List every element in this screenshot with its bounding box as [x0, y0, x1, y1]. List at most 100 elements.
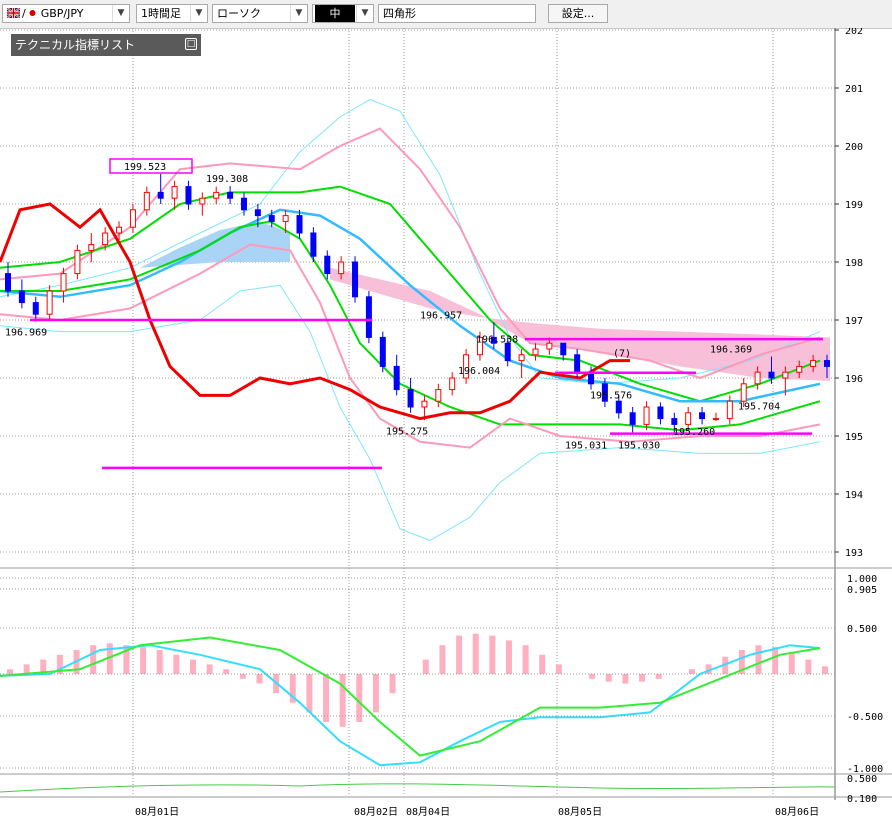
price-axis-label: 200: [845, 142, 863, 153]
candle-body: [352, 261, 359, 298]
price-axis-label: 197: [845, 316, 863, 327]
chevron-down-icon[interactable]: ▼: [356, 5, 373, 22]
candle-body: [393, 365, 400, 391]
price-label: 195.260: [673, 427, 715, 438]
candle-body: [407, 389, 414, 408]
macd-histogram-bar: [539, 654, 546, 674]
chart-style-select[interactable]: ローソク ▼: [212, 4, 308, 23]
candle-body: [449, 377, 456, 391]
candle-body: [518, 354, 525, 362]
line-width-select[interactable]: 中 ▼: [312, 4, 374, 23]
sub-axis-label: 0.500: [847, 774, 877, 785]
macd-histogram-bar: [173, 654, 180, 674]
minimize-icon[interactable]: □: [185, 38, 197, 50]
macd-histogram-bar: [456, 635, 463, 674]
currency-pair-label: GBP/JPY: [40, 7, 84, 20]
macd-histogram-bar: [555, 664, 562, 674]
candle-body: [712, 418, 719, 421]
chart-area[interactable]: 196.969 199.523 199.308 195.275 196.957 196.0…: [0, 26, 892, 822]
timeframe-select[interactable]: 1時間足 ▼: [136, 4, 208, 23]
settings-button[interactable]: 設定...: [548, 4, 608, 23]
price-label: 196.538: [476, 335, 518, 346]
price-label: 196.969: [5, 328, 47, 339]
sub-axis-label: 0.100: [847, 794, 877, 805]
timeframe-label: 1時間足: [141, 7, 181, 20]
macd-histogram-bar: [90, 645, 97, 674]
chevron-down-icon[interactable]: ▼: [112, 5, 129, 22]
candle-body: [768, 371, 775, 379]
indicator-list-title: テクニカル指標リスト: [15, 38, 136, 52]
macd-histogram-bar: [422, 659, 429, 674]
price-label: 199.523: [124, 162, 166, 173]
candle-body: [435, 389, 442, 402]
candle-body: [546, 342, 553, 350]
price-chart[interactable]: 196.969 199.523 199.308 195.275 196.957 196.0…: [0, 26, 892, 822]
macd-histogram-bar: [805, 659, 812, 674]
candle-body: [32, 302, 39, 315]
candle-body: [74, 249, 81, 275]
macd-histogram-bar: [522, 645, 529, 674]
macd-axis-label: -0.500: [847, 712, 883, 723]
candle-body: [657, 406, 664, 420]
price-axis-label: 199: [845, 200, 863, 211]
drawing-tool-label: 四角形: [383, 7, 416, 20]
price-label: (7): [613, 349, 631, 360]
candle-body: [227, 191, 234, 199]
candle-body: [796, 365, 803, 373]
indicator-list-panel[interactable]: テクニカル指標リスト □: [11, 34, 201, 56]
sub-indicator-line: [0, 783, 836, 793]
macd-histogram-bar: [7, 669, 13, 674]
macd-histogram-bar: [755, 645, 762, 674]
price-label: 196.957: [420, 310, 462, 321]
chevron-down-icon[interactable]: ▼: [290, 5, 307, 22]
macd-histogram-bar: [356, 674, 363, 722]
macd-histogram-bar: [772, 647, 779, 674]
candle-body: [532, 348, 539, 356]
signal-line: [0, 636, 821, 757]
macd-histogram-bar: [472, 633, 479, 674]
candle-body: [671, 418, 678, 425]
candle-body: [574, 354, 581, 373]
price-axis-label: 194: [845, 490, 863, 501]
price-axis-label: 202: [845, 28, 863, 37]
price-axis-label: 193: [845, 548, 863, 559]
toolbar: / GBP/JPY ▼ 1時間足 ▼ ローソク ▼ 中 ▼ 四角形 設定...: [0, 0, 892, 29]
candle-body: [615, 400, 622, 414]
candle-body: [254, 209, 261, 217]
candle-body: [240, 197, 247, 211]
price-axis-label: 196: [845, 374, 863, 385]
macd-histogram-bar: [505, 640, 512, 674]
candle-body: [643, 406, 650, 425]
bollinger-lower-2: [0, 284, 821, 541]
candle-body: [199, 197, 206, 205]
candle-body: [185, 186, 192, 205]
candle-body: [810, 360, 817, 367]
candle-body: [213, 191, 220, 199]
macd-histogram-bar: [306, 674, 313, 713]
macd-histogram-bar: [605, 674, 612, 682]
candle-body: [338, 261, 345, 275]
base-line: [0, 208, 821, 403]
candle-body: [421, 400, 428, 408]
macd-histogram-bar: [256, 674, 263, 684]
candle-body: [282, 215, 289, 222]
uk-flag-icon: [6, 6, 21, 19]
candle-body: [129, 209, 136, 228]
price-label: 195.576: [590, 390, 632, 401]
chevron-down-icon[interactable]: ▼: [190, 5, 207, 22]
price-label: 195.031: [565, 440, 607, 451]
price-axis-label: 195: [845, 432, 863, 443]
macd-histogram-bar: [339, 674, 346, 727]
kumo-bull: [140, 221, 290, 268]
candle-body: [726, 400, 733, 420]
candle-body: [504, 342, 511, 362]
currency-pair-select[interactable]: / GBP/JPY ▼: [2, 4, 130, 23]
macd-axis-label: 0.905: [847, 585, 877, 596]
macd-histogram-bar: [189, 659, 196, 674]
line-width-label: 中: [315, 5, 355, 22]
candle-body: [60, 273, 67, 292]
macd-histogram-bar: [622, 674, 629, 684]
drawing-tool-field[interactable]: 四角形: [378, 4, 536, 23]
price-axis-label: 198: [845, 258, 863, 269]
macd-histogram-bar: [439, 645, 446, 674]
